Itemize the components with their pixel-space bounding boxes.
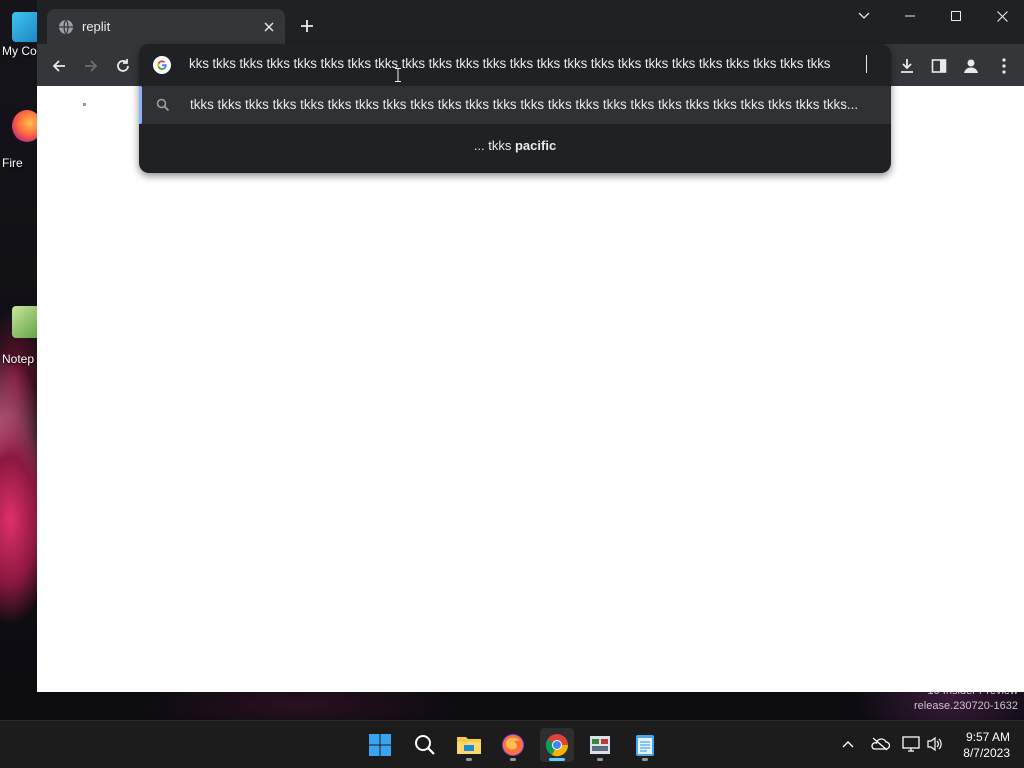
firefox-icon — [502, 734, 524, 756]
notepad-button[interactable] — [628, 728, 662, 762]
notepad-plus-icon — [12, 306, 40, 338]
active-indicator — [549, 758, 565, 761]
running-indicator — [466, 758, 472, 761]
side-panel-icon[interactable] — [925, 52, 953, 80]
desktop-icon-label: Fire — [2, 156, 23, 170]
chevron-up-icon[interactable] — [837, 733, 859, 755]
tab-search-chevron-down-icon[interactable] — [849, 4, 879, 28]
ibeam-cursor-icon — [395, 68, 401, 82]
desktop-icon-label: My Co — [2, 44, 37, 58]
computer-icon — [12, 12, 40, 42]
firefox-icon — [12, 110, 40, 142]
back-button[interactable] — [45, 52, 73, 80]
profile-icon[interactable] — [957, 52, 985, 80]
search-button[interactable] — [408, 728, 442, 762]
volume-icon[interactable] — [924, 733, 946, 755]
desktop-icon-label: Notep — [2, 352, 35, 366]
text-caret — [866, 55, 867, 73]
chrome-window: replit kks tkks tkks tkks tkks tkks tkks… — [37, 0, 1024, 692]
app-button[interactable] — [583, 728, 617, 762]
desktop-icon-firefox[interactable]: ↗ Fire — [0, 110, 40, 170]
maximize-button[interactable] — [941, 4, 971, 28]
close-tab-icon[interactable] — [258, 16, 280, 38]
forward-button[interactable] — [77, 52, 105, 80]
download-icon[interactable] — [893, 52, 921, 80]
search-icon — [156, 98, 170, 112]
omnibox-dropdown: kks tkks tkks tkks tkks tkks tkks tkks t… — [139, 44, 891, 173]
firefox-button[interactable] — [496, 728, 530, 762]
omnibox-suggestion[interactable]: ... tkks pacific — [139, 126, 891, 164]
omnibox-input-row[interactable]: kks tkks tkks tkks tkks tkks tkks tkks t… — [139, 44, 891, 85]
search-icon — [415, 735, 435, 755]
tab-title: replit — [82, 19, 111, 34]
notepad-icon — [636, 735, 654, 756]
suggestion-prefix: ... tkks — [473, 137, 515, 153]
close-window-button[interactable] — [987, 4, 1017, 28]
omnibox-suggestion[interactable]: tkks tkks tkks tkks tkks tkks tkks tkks … — [139, 86, 891, 124]
desktop-icon-notepad[interactable]: Notep — [0, 306, 40, 366]
windows-logo-icon — [369, 734, 391, 756]
suggestion-bold: pacific — [514, 137, 557, 153]
clock-date: 8/7/2023 — [963, 746, 1010, 760]
clock-time: 9:57 AM — [965, 730, 1010, 744]
reload-button[interactable] — [109, 52, 137, 80]
start-button[interactable] — [363, 728, 397, 762]
selection-indicator — [139, 86, 142, 124]
globe-icon — [58, 19, 74, 35]
network-icon[interactable] — [900, 733, 922, 755]
suggestion-text: tkks tkks tkks tkks tkks tkks tkks tkks … — [190, 97, 859, 112]
more-menu-icon[interactable] — [990, 52, 1018, 80]
system-clock[interactable]: 9:57 AM 8/7/2023 — [963, 729, 1010, 761]
running-indicator — [597, 758, 603, 761]
desktop-icon-my-computer[interactable]: My Co — [0, 12, 40, 58]
watermark-line: release.230720-1632 — [914, 700, 1018, 712]
running-indicator — [642, 758, 648, 761]
google-g-icon — [153, 56, 171, 74]
suggestion-text: ... tkks pacific — [139, 138, 891, 153]
minimize-button[interactable] — [895, 4, 925, 28]
taskbar: 9:57 AM 8/7/2023 — [0, 720, 1024, 768]
page-content-dot — [83, 103, 86, 106]
file-explorer-button[interactable] — [452, 728, 486, 762]
running-indicator — [510, 758, 516, 761]
onedrive-offline-icon[interactable] — [869, 733, 891, 755]
app-icon — [590, 736, 610, 754]
omnibox-input[interactable]: kks tkks tkks tkks tkks tkks tkks tkks t… — [189, 56, 869, 74]
title-bar: replit — [37, 0, 1024, 44]
tab-replit[interactable]: replit — [47, 9, 285, 44]
folder-icon — [457, 737, 481, 754]
chrome-icon — [545, 734, 569, 757]
chrome-button[interactable] — [540, 728, 574, 762]
new-tab-button[interactable] — [295, 14, 319, 38]
